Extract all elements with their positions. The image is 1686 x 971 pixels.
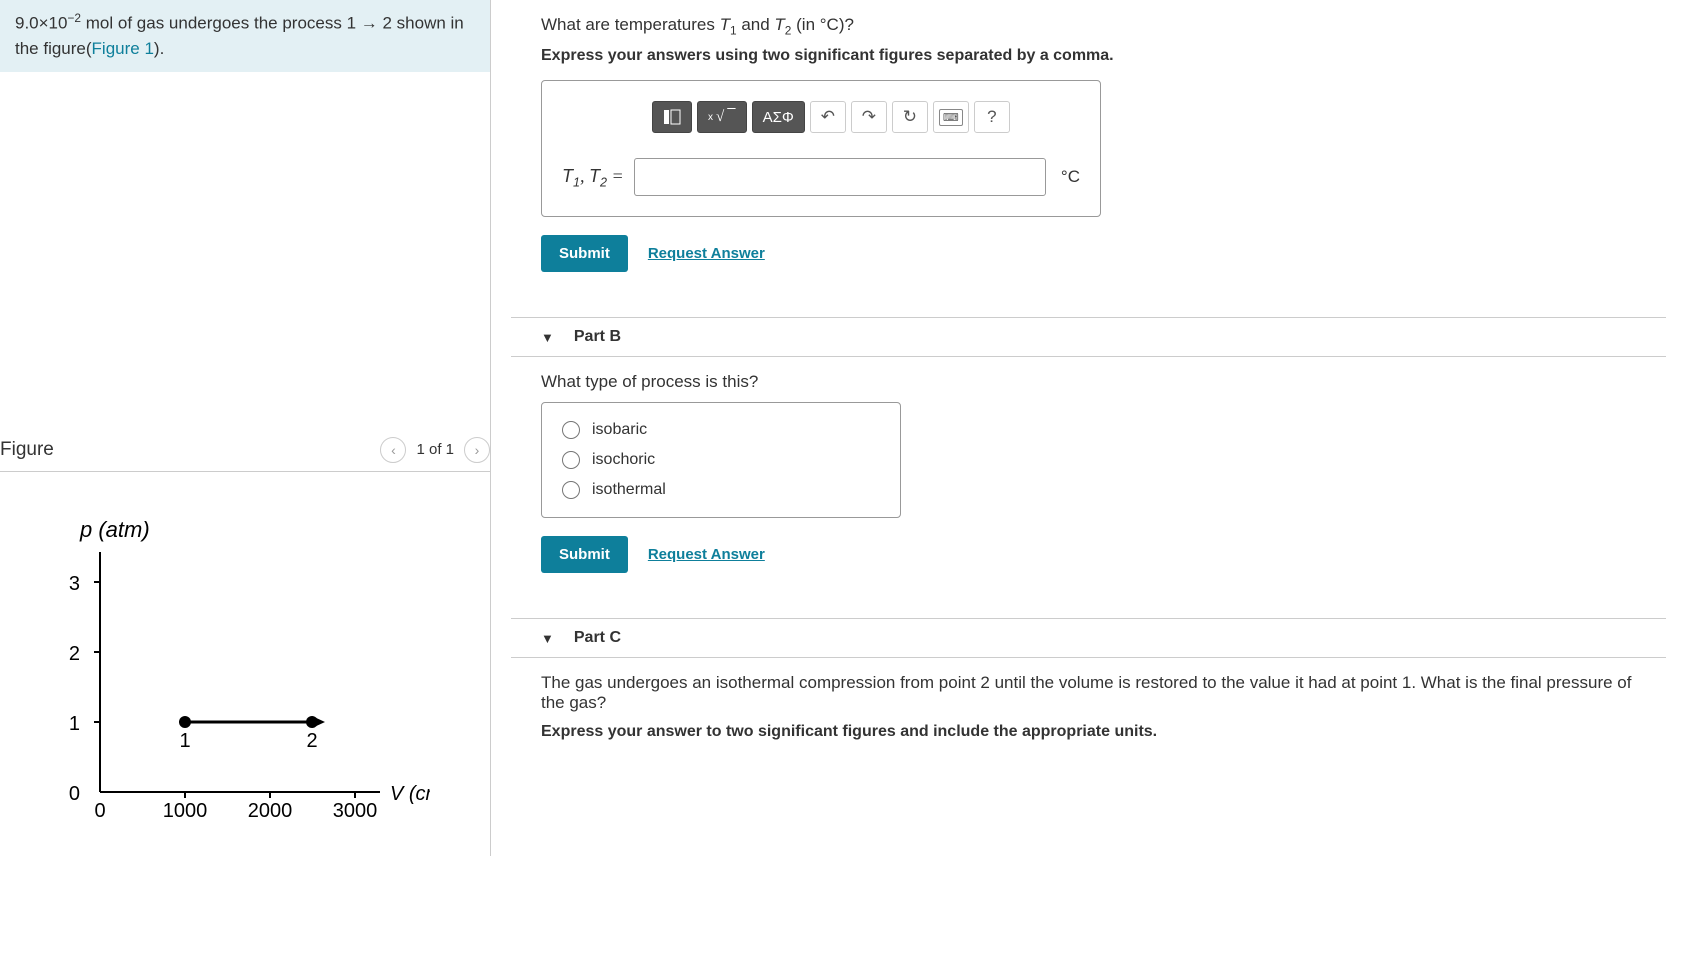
parta-question: What are temperatures T1 and T2 (in °C)? xyxy=(541,15,1636,37)
y-axis-label: p (atm) xyxy=(79,517,150,542)
radio-isobaric-input[interactable] xyxy=(562,421,580,439)
problem-text-1: 9.0×10 xyxy=(15,14,67,33)
x-tick-1000: 1000 xyxy=(163,800,208,822)
partc-question: The gas undergoes an isothermal compress… xyxy=(541,673,1636,713)
template-tool-icon[interactable] xyxy=(652,101,692,133)
point-1-label: 1 xyxy=(179,730,190,752)
partb-options: isobaric isochoric isothermal xyxy=(541,402,901,518)
x-tick-3000: 3000 xyxy=(333,800,378,822)
parta-var-label: T1, T2 = xyxy=(562,166,624,190)
partc-header[interactable]: ▼ Part C xyxy=(511,618,1666,658)
problem-text-2: mol of gas undergoes the process 1 → 2 s… xyxy=(15,14,464,59)
partb-header[interactable]: ▼ Part B xyxy=(511,317,1666,357)
x-axis-label: V (cm³) xyxy=(390,783,430,805)
y-tick-3: 3 xyxy=(69,573,80,595)
partc-title: Part C xyxy=(574,629,621,647)
partb-request-answer-link[interactable]: Request Answer xyxy=(648,546,765,563)
parta-instruction: Express your answers using two significa… xyxy=(541,47,1636,65)
partb-submit-button[interactable]: Submit xyxy=(541,536,628,573)
radio-isothermal-label: isothermal xyxy=(592,481,666,499)
parta-answer-input[interactable] xyxy=(634,158,1046,196)
parta-request-answer-link[interactable]: Request Answer xyxy=(648,245,765,262)
parta-submit-button[interactable]: Submit xyxy=(541,235,628,272)
figure-counter: 1 of 1 xyxy=(416,441,454,458)
redo-icon[interactable]: ↷ xyxy=(851,101,887,133)
radio-isothermal-input[interactable] xyxy=(562,481,580,499)
sqrt-tool-icon[interactable]: x√ xyxy=(697,101,747,133)
caret-down-icon: ▼ xyxy=(541,330,554,345)
figure-title: Figure xyxy=(0,439,54,461)
radio-isothermal[interactable]: isothermal xyxy=(562,475,880,505)
radio-isochoric-label: isochoric xyxy=(592,451,655,469)
pv-diagram: p (atm) 3 2 1 0 0 1000 2000 3000 xyxy=(0,492,490,856)
x-tick-2000: 2000 xyxy=(248,800,293,822)
figure-link[interactable]: Figure 1 xyxy=(92,39,154,58)
radio-isobaric-label: isobaric xyxy=(592,421,647,439)
parta-answer-box: x√ ΑΣΦ ↶ ↷ ↻ ⌨ ? T1, T2 = °C xyxy=(541,80,1101,217)
figure-next-button[interactable]: › xyxy=(464,437,490,463)
partc-instruction: Express your answer to two significant f… xyxy=(541,723,1636,741)
point-2-label: 2 xyxy=(306,730,317,752)
partb-question: What type of process is this? xyxy=(541,372,1636,392)
x-tick-0: 0 xyxy=(94,800,105,822)
radio-isochoric-input[interactable] xyxy=(562,451,580,469)
caret-down-icon: ▼ xyxy=(541,631,554,646)
parta-unit: °C xyxy=(1056,167,1080,187)
problem-exponent: −2 xyxy=(67,11,81,25)
radio-isobaric[interactable]: isobaric xyxy=(562,415,880,445)
radio-isochoric[interactable]: isochoric xyxy=(562,445,880,475)
problem-statement: 9.0×10−2 mol of gas undergoes the proces… xyxy=(0,0,490,72)
keyboard-icon[interactable]: ⌨ xyxy=(933,101,969,133)
greek-tool-icon[interactable]: ΑΣΦ xyxy=(752,101,805,133)
problem-text-3: ). xyxy=(154,39,164,58)
figure-prev-button[interactable]: ‹ xyxy=(380,437,406,463)
y-tick-1: 1 xyxy=(69,713,80,735)
y-tick-0: 0 xyxy=(69,783,80,805)
partb-title: Part B xyxy=(574,328,621,346)
y-tick-2: 2 xyxy=(69,643,80,665)
reset-icon[interactable]: ↻ xyxy=(892,101,928,133)
help-icon[interactable]: ? xyxy=(974,101,1010,133)
undo-icon[interactable]: ↶ xyxy=(810,101,846,133)
